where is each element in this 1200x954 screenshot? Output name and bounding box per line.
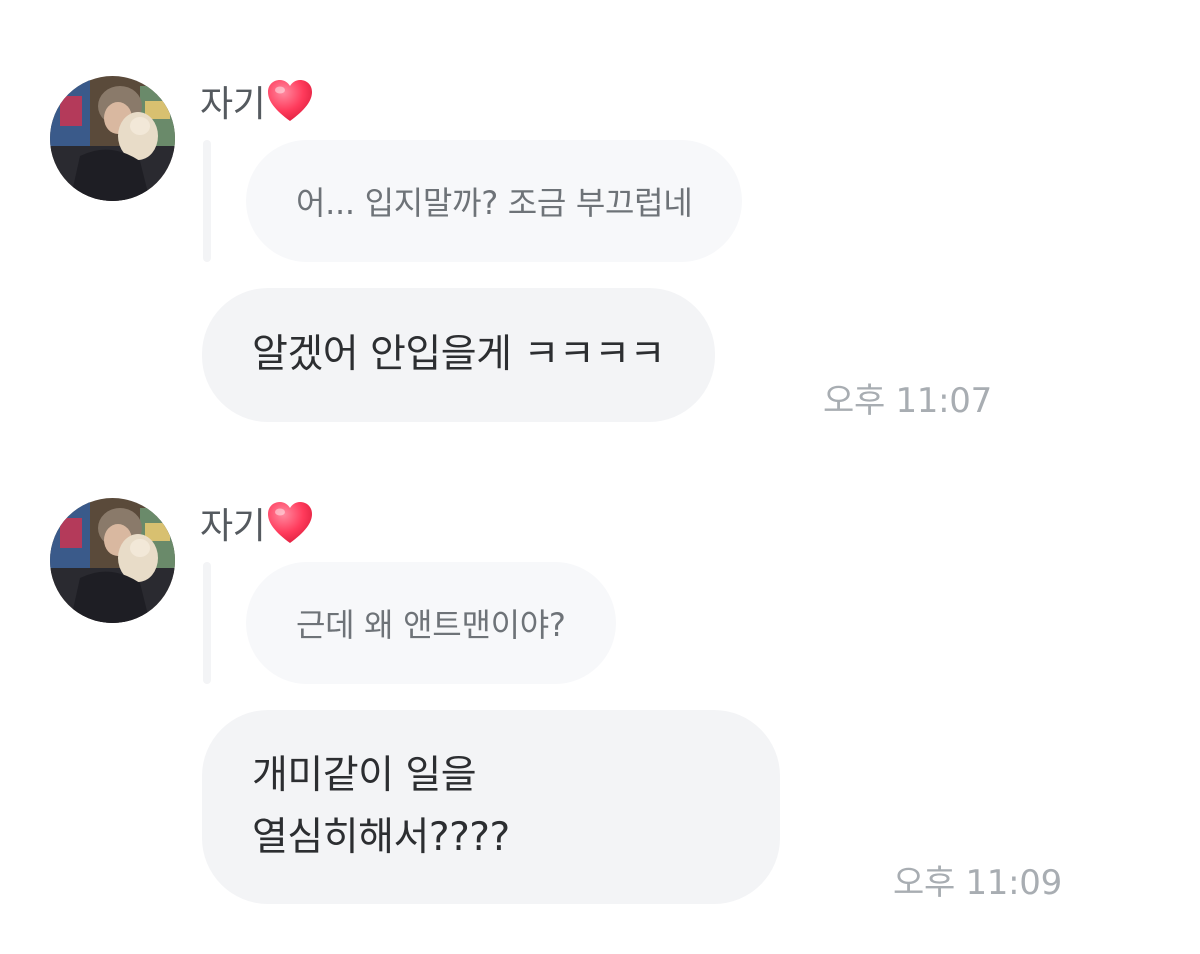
message-bubble[interactable]: 알겠어 안입을게 ㅋㅋㅋㅋ (202, 288, 715, 422)
avatar[interactable] (50, 498, 175, 623)
sender-name: 자기 (200, 498, 313, 548)
reply-indicator-bar (203, 140, 211, 262)
quoted-message-text: 근데 왜 앤트맨이야? (296, 606, 566, 644)
quoted-message[interactable]: 근데 왜 앤트맨이야? (246, 562, 616, 684)
avatar[interactable] (50, 76, 175, 201)
avatar-image (50, 498, 175, 623)
sender-label: 자기 (200, 84, 266, 125)
quoted-message[interactable]: 어... 입지말까? 조금 부끄럽네 (246, 140, 743, 262)
reply-indicator-bar (203, 562, 211, 684)
message-text: 알겠어 안입을게 ㅋㅋㅋㅋ (252, 332, 665, 377)
heart-icon (267, 501, 313, 545)
message-text: 개미같이 일을 열심히해서???? (252, 753, 510, 860)
quoted-message-text: 어... 입지말까? 조금 부끄럽네 (296, 184, 693, 222)
message-timestamp: 오후 11:09 (893, 863, 1062, 903)
message-timestamp: 오후 11:07 (823, 381, 992, 421)
sender-name: 자기 (200, 76, 313, 126)
message-bubble[interactable]: 개미같이 일을 열심히해서???? (202, 710, 780, 904)
avatar-image (50, 76, 175, 201)
sender-label: 자기 (200, 506, 266, 547)
heart-icon (267, 79, 313, 123)
